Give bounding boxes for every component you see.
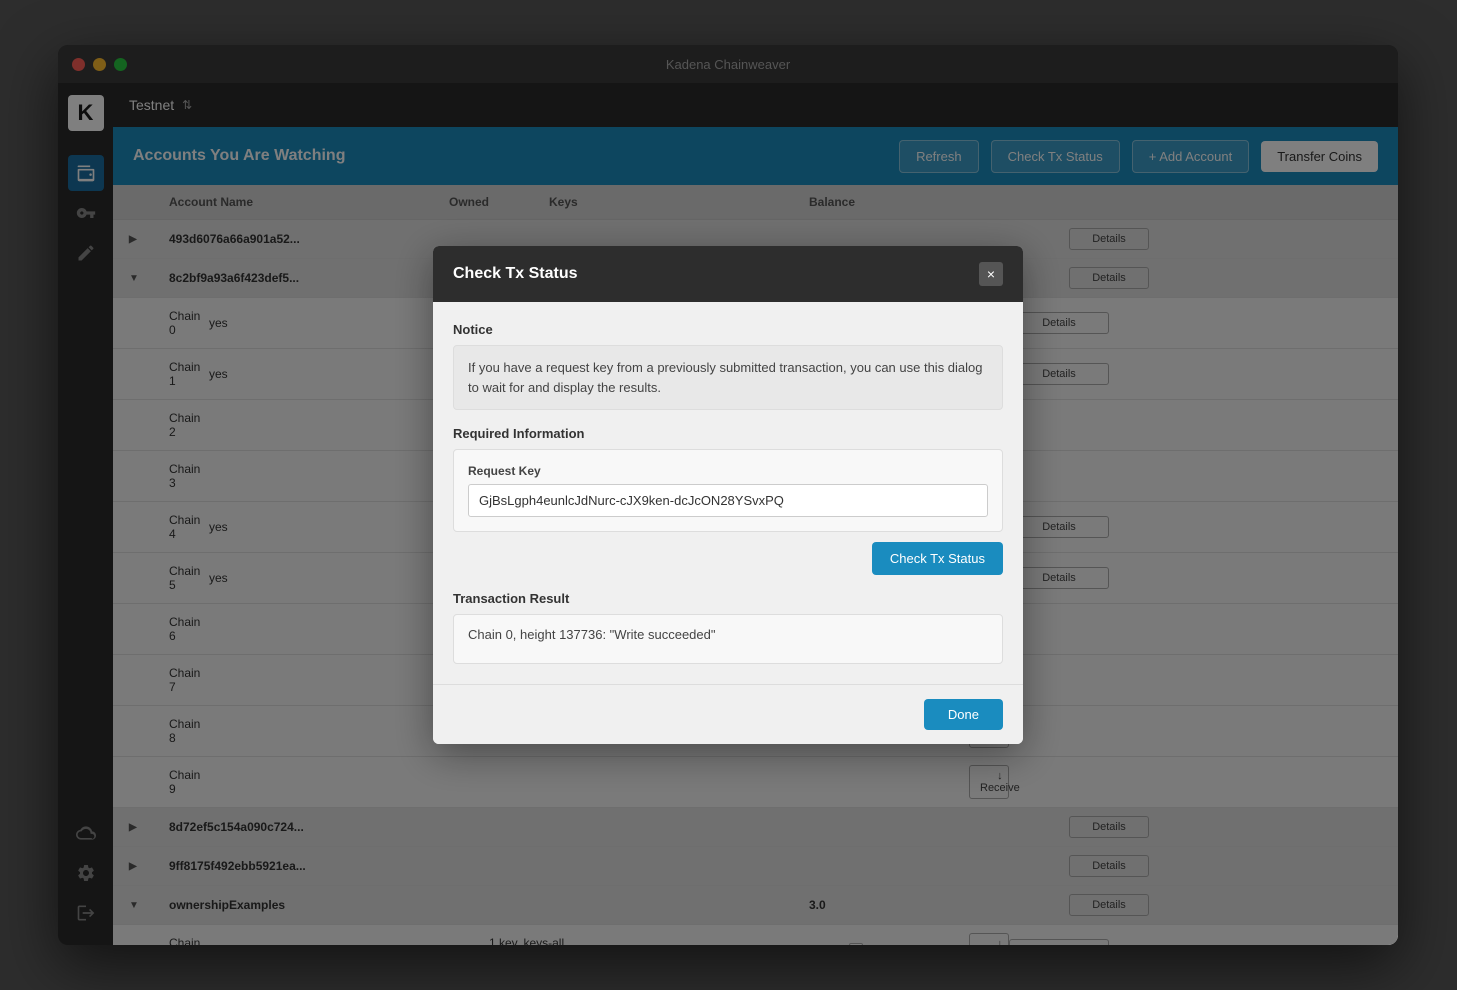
request-key-label: Request Key [468, 464, 988, 478]
notice-title: Notice [453, 322, 1003, 337]
notice-section: Notice If you have a request key from a … [453, 322, 1003, 410]
modal-header: Check Tx Status × [433, 246, 1023, 302]
result-title: Transaction Result [453, 591, 1003, 606]
check-tx-button[interactable]: Check Tx Status [872, 542, 1003, 575]
modal-body: Notice If you have a request key from a … [433, 302, 1023, 684]
notice-box: If you have a request key from a previou… [453, 345, 1003, 410]
check-tx-modal: Check Tx Status × Notice If you have a r… [433, 246, 1023, 744]
request-key-group: Request Key [453, 449, 1003, 532]
result-section: Transaction Result Chain 0, height 13773… [453, 591, 1003, 664]
required-section: Required Information Request Key Check T… [453, 426, 1003, 575]
done-button[interactable]: Done [924, 699, 1003, 730]
modal-close-button[interactable]: × [979, 262, 1003, 286]
required-title: Required Information [453, 426, 1003, 441]
modal-footer: Done [433, 684, 1023, 744]
modal-title: Check Tx Status [453, 265, 577, 283]
result-box: Chain 0, height 137736: "Write succeeded… [453, 614, 1003, 664]
request-key-input[interactable] [468, 484, 988, 517]
modal-overlay[interactable]: Check Tx Status × Notice If you have a r… [58, 45, 1398, 945]
